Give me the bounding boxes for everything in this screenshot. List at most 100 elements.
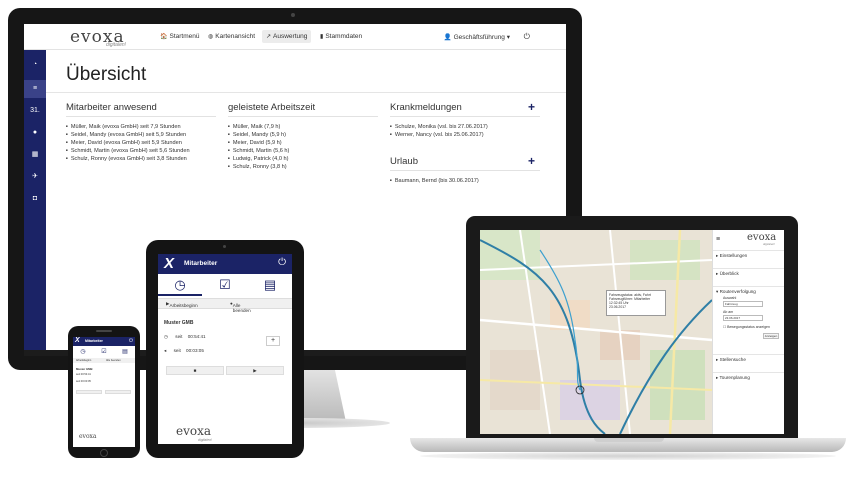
- section-uberblick[interactable]: Überblick: [713, 268, 784, 277]
- header-title: Mitarbeiter: [184, 260, 218, 267]
- chart-icon: ↗: [266, 34, 272, 40]
- location-icon[interactable]: ●: [24, 124, 46, 142]
- ab-am-date-input[interactable]: 23.06.2017: [723, 315, 763, 321]
- nav-stammdaten-label: Stammdaten: [325, 33, 363, 40]
- home-button[interactable]: [100, 449, 108, 457]
- checkbox-label: Bewegungsstatus anzeigen: [727, 325, 770, 329]
- clock-icon: ◷: [164, 334, 169, 339]
- phone-header: X Mitarbeiter ⏻: [73, 337, 135, 346]
- row-value: 00:54:41: [80, 373, 91, 376]
- evoxa-logo-tagline: digitalen!: [198, 438, 213, 442]
- play-button[interactable]: [105, 390, 131, 394]
- list-item: Ludwig, Patrick (4,0 h): [228, 155, 378, 163]
- user-menu[interactable]: 👤 Geschäftsführung ▾: [444, 33, 510, 41]
- panel-urlaub: Urlaub Baumann, Bernd (bis 30.06.2017): [390, 156, 540, 185]
- nav-kartenansicht[interactable]: ◍ Kartenansicht: [208, 33, 255, 40]
- alle-beenden-button[interactable]: ● Alle beenden: [230, 301, 251, 313]
- list-item: Müller, Maik (evoxa GmbH) seit 7,9 Stund…: [66, 123, 216, 131]
- row-label: seit: [173, 348, 181, 353]
- user-icon: 👤: [443, 34, 452, 41]
- section-routenverfolgung[interactable]: Routenverfolgung: [713, 286, 784, 295]
- left-sidebar: ◔ ≡ 31. ● ▦ ✈ ◘: [24, 50, 46, 350]
- ab-am-label: Ab am: [723, 310, 734, 314]
- user-menu-label: Geschäftsführung ▾: [453, 34, 510, 41]
- power-icon[interactable]: ⏻: [129, 338, 133, 344]
- panel-title: Urlaub: [390, 156, 540, 171]
- x-logo-icon: X: [164, 255, 175, 272]
- time-row: seit 00:03:05: [76, 380, 91, 383]
- list-item: Meier, David (5,9 h): [228, 139, 378, 147]
- table-icon[interactable]: ▦: [24, 146, 46, 164]
- list-item: Baumann, Bernd (bis 30.06.2017): [390, 177, 540, 185]
- add-krankmeldung-button[interactable]: +: [528, 100, 535, 114]
- checkbox-icon: ☐: [723, 325, 727, 329]
- play-button[interactable]: ▶: [226, 366, 284, 375]
- panel-title: Mitarbeiter anwesend: [66, 102, 216, 117]
- phone-speaker: [96, 330, 112, 332]
- box-icon[interactable]: ◘: [24, 190, 46, 208]
- phone-screen: X Mitarbeiter ⏻ ◷ ☑ ▤ Arbeitsbeginn Alle…: [73, 337, 135, 447]
- checkbox-icon[interactable]: ☑: [98, 348, 110, 355]
- row-value: 00:03:05: [80, 380, 91, 383]
- arbeitsbeginn-button[interactable]: Arbeitsbeginn: [76, 358, 91, 363]
- map-side-panel: ≡ evoxa digitalen! Einstellungen Überbli…: [712, 230, 784, 434]
- nav-kartenansicht-label: Kartenansicht: [215, 33, 255, 40]
- add-time-button[interactable]: +: [266, 336, 280, 346]
- power-icon[interactable]: ⏻: [278, 257, 286, 268]
- section-einstellungen[interactable]: Einstellungen: [713, 250, 784, 259]
- time-row: ◂ seit 00:03:05: [164, 348, 204, 354]
- action-bar: Arbeitsbeginn Alle beenden: [73, 358, 135, 363]
- laptop-notch: [594, 438, 664, 442]
- title-divider: [46, 92, 566, 93]
- list-item: Schmidt, Martin (5,6 h): [228, 147, 378, 155]
- tablet-screen: X Mitarbeiter ⏻ ◷ ☑ ▤ ▶ Arbeitsbeginn ● …: [158, 254, 292, 444]
- tablet-camera: [223, 245, 226, 248]
- list-item: Meier, David (evoxa GmbH) seit 5,9 Stund…: [66, 139, 216, 147]
- tablet-header: X Mitarbeiter ⏻: [158, 254, 292, 274]
- action-bar: ▶ Arbeitsbeginn ● Alle beenden: [158, 298, 292, 313]
- street-map[interactable]: [480, 230, 712, 434]
- nav-stammdaten[interactable]: ▮ Stammdaten: [320, 33, 362, 40]
- gauge-icon[interactable]: ◔: [24, 56, 46, 74]
- list-item: Seidel, Mandy (5,9 h): [228, 131, 378, 139]
- active-tab-indicator: [158, 294, 202, 296]
- logout-power-icon[interactable]: ⏻: [524, 32, 530, 42]
- clipboard-icon[interactable]: ▤: [258, 277, 282, 293]
- stop-button[interactable]: [76, 390, 102, 394]
- panel-title: geleistete Arbeitszeit: [228, 102, 378, 117]
- time-row: seit 00:54:41: [76, 373, 91, 376]
- auswahl-select[interactable]: Fahrzeug: [723, 301, 763, 307]
- nav-auswertung[interactable]: ↗ Auswertung: [262, 30, 312, 43]
- globe-icon: ◍: [208, 34, 214, 40]
- list-item: Schulze, Monika (vsl. bis 27.06.2017): [390, 123, 540, 131]
- bewegungsstatus-checkbox[interactable]: ☐ Bewegungsstatus anzeigen: [723, 325, 770, 329]
- row-label: seit: [76, 373, 81, 376]
- arbeitsbeginn-button[interactable]: ▶ Arbeitsbeginn: [166, 301, 198, 308]
- anzeigen-button[interactable]: Anzeigen: [763, 333, 779, 339]
- evoxa-logo: evoxa: [79, 433, 97, 440]
- section-tourenplanung[interactable]: Tourenplanung: [713, 372, 784, 381]
- plane-icon[interactable]: ✈: [24, 168, 46, 186]
- calendar-icon[interactable]: 31.: [24, 102, 46, 120]
- list-icon[interactable]: ≡: [24, 80, 46, 98]
- section-stellensuche[interactable]: Stellensuche: [713, 354, 784, 363]
- nav-auswertung-label: Auswertung: [273, 33, 308, 40]
- evoxa-logo-tagline: digitalen!: [106, 42, 127, 48]
- clock-icon[interactable]: ◷: [168, 277, 192, 293]
- panel-geleistete-arbeitszeit: geleistete Arbeitszeit Müller, Maik (7,9…: [228, 102, 378, 171]
- laptop: Fahrzeugstatus: aktiv, Fahrt Fahrzeugfüh…: [466, 216, 798, 438]
- stop-button[interactable]: ■: [166, 366, 224, 375]
- checkbox-icon[interactable]: ☑: [213, 277, 237, 293]
- hamburger-menu-icon[interactable]: ≡: [716, 236, 720, 243]
- nav-startmenu[interactable]: 🏠 Startmenü: [160, 33, 199, 40]
- row-value: 00:54:41: [187, 334, 206, 339]
- list-item: Werner, Nancy (vsl. bis 25.06.2017): [390, 131, 540, 139]
- clipboard-icon[interactable]: ▤: [119, 348, 131, 355]
- clock-icon[interactable]: ◷: [77, 348, 89, 355]
- laptop-screen: Fahrzeugstatus: aktiv, Fahrt Fahrzeugfüh…: [480, 230, 784, 434]
- add-urlaub-button[interactable]: +: [528, 154, 535, 168]
- panel-mitarbeiter-anwesend: Mitarbeiter anwesend Müller, Maik (evoxa…: [66, 102, 216, 163]
- alle-beenden-button[interactable]: Alle beenden: [106, 358, 121, 363]
- smartphone: X Mitarbeiter ⏻ ◷ ☑ ▤ Arbeitsbeginn Alle…: [68, 326, 140, 458]
- popup-line: 23.06.2017: [609, 305, 626, 309]
